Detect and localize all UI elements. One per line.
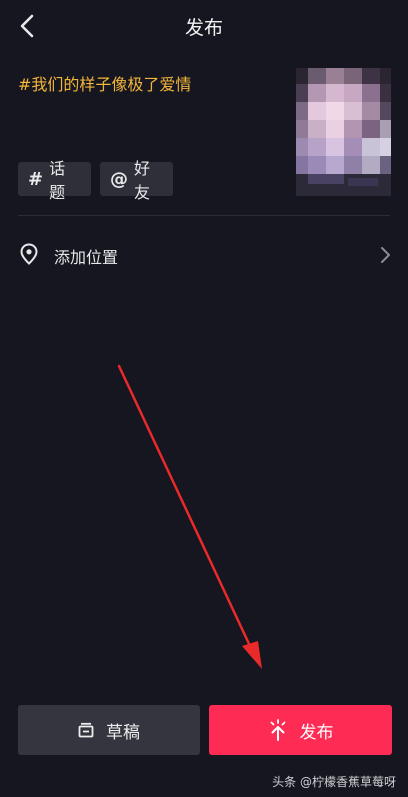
page-title: 发布 [184,17,223,39]
add-location-label: 添加位置 [54,248,119,267]
save-draft-button[interactable]: 草稿 [18,705,200,755]
upload-sparkle-icon [268,719,288,741]
watermark-text: 头条 @柠檬香蕉草莓呀 [272,775,396,789]
mention-friend-chip[interactable]: @ 好友 [100,159,173,202]
divider [18,215,390,216]
hashtag-icon: # [28,168,44,190]
topic-chip[interactable]: # 话题 [18,159,91,202]
at-sign-icon: @ [110,168,128,190]
mention-friend-chip-label: 好友 [134,159,151,202]
video-cover-thumbnail[interactable] [296,68,391,196]
location-pin-icon [20,243,38,265]
draft-box-icon [78,722,94,738]
publish-label: 发布 [299,722,334,743]
caption-text[interactable]: #我们的样子像极了爱情 [18,71,191,95]
topic-chip-label: 话题 [49,159,66,202]
top-bar: 发布 [0,0,408,52]
add-location-row[interactable]: 添加位置 [0,232,408,278]
chevron-right-icon [381,247,390,263]
publish-button[interactable]: 发布 [209,705,392,755]
save-draft-label: 草稿 [106,722,140,743]
